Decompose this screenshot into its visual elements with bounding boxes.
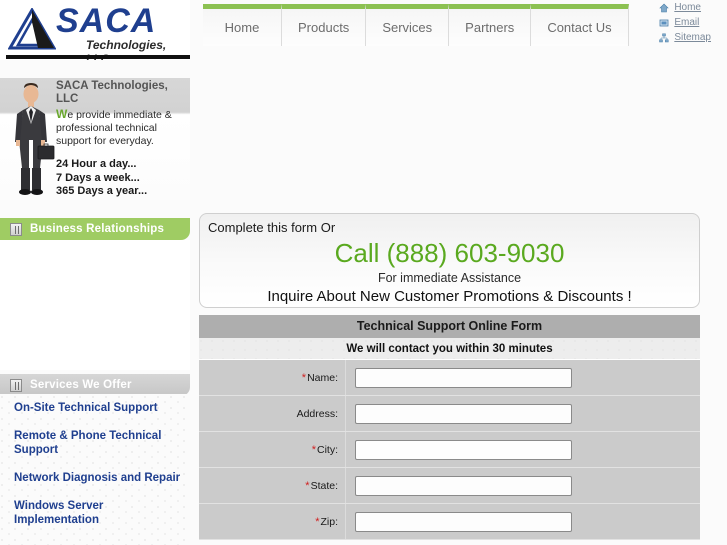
hero-intro: We provide immediate & professional tech…: [56, 108, 188, 148]
sidebar-panel-body-business-relationships: [0, 240, 190, 370]
form-label-text: Address:: [296, 407, 338, 420]
hero-banner: SACA Technologies, LLC We provide immedi…: [0, 78, 190, 200]
required-marker: *: [305, 479, 310, 492]
nav-label: Home: [224, 20, 260, 35]
form-label-text: City:: [317, 443, 338, 456]
hero-bullet: 365 Days a year...: [56, 185, 148, 197]
book-icon: [10, 378, 22, 392]
sidebar-item-network-diagnosis-and-repair[interactable]: Network Diagnosis and Repair: [0, 464, 190, 492]
triangle-logo-icon: [8, 8, 56, 50]
sidebar-panel-body-services-we-offer: On-Site Technical Support Remote & Phone…: [0, 394, 190, 545]
hero-bullet: 24 Hour a day...: [56, 158, 137, 170]
logo-wordmark: SACA: [56, 2, 157, 40]
utility-link-home[interactable]: Home: [659, 2, 711, 13]
logo-underline: [6, 55, 190, 59]
form-cell-name: [346, 367, 700, 388]
state-input[interactable]: [355, 475, 572, 496]
form-label-state: * State:: [199, 468, 346, 503]
form-row-zip: * Zip:: [199, 504, 700, 540]
form-row-city: * City:: [199, 432, 700, 468]
required-marker: *: [315, 515, 320, 528]
sidebar-item-on-site-technical-support[interactable]: On-Site Technical Support: [0, 394, 190, 422]
zip-input[interactable]: [355, 511, 572, 532]
form-cell-city: [346, 439, 700, 460]
required-marker: *: [301, 371, 307, 384]
address-input[interactable]: [355, 403, 572, 424]
form-label-text: Zip:: [320, 515, 338, 528]
hero-intro-text: e provide immediate & professional techn…: [56, 109, 172, 147]
utility-link-label: Home: [674, 2, 701, 13]
city-input[interactable]: [355, 439, 572, 460]
form-row-state: * State:: [199, 468, 700, 504]
utility-link-label: Sitemap: [674, 32, 711, 43]
hero-dropcap: W: [56, 107, 68, 121]
hero-bullets: 24 Hour a day... 7 Days a week... 365 Da…: [56, 158, 188, 199]
nav-item-partners[interactable]: Partners: [448, 4, 531, 46]
form-label-zip: * Zip:: [199, 504, 346, 539]
sidebar-panel-title: Business Relationships: [30, 223, 165, 235]
email-icon: [659, 19, 669, 26]
sitemap-icon: [659, 33, 669, 42]
form-label-address: Address:: [199, 396, 346, 431]
sidebar-item-remote-phone-technical-support[interactable]: Remote & Phone Technical Support: [0, 422, 190, 464]
page-root: SACA Technologies, LLC Home Products Ser…: [0, 0, 727, 545]
form-cell-address: [346, 403, 700, 424]
nav-label: Products: [298, 20, 350, 35]
nav-item-contact-us[interactable]: Contact Us: [530, 4, 629, 46]
utility-link-sitemap[interactable]: Sitemap: [659, 32, 711, 43]
form-row-address: Address:: [199, 396, 700, 432]
home-icon: [659, 3, 670, 12]
form-title: Technical Support Online Form: [199, 315, 700, 338]
site-logo[interactable]: SACA Technologies, LLC: [0, 0, 190, 60]
nav-label: Partners: [465, 20, 515, 35]
form-cell-zip: [346, 511, 700, 532]
sidebar-panel-title: Services We Offer: [30, 379, 132, 391]
nav-item-home[interactable]: Home: [203, 4, 281, 46]
hero-bullet: 7 Days a week...: [56, 171, 140, 184]
utility-link-email[interactable]: Email: [659, 17, 711, 28]
sidebar-item-windows-server-implementation[interactable]: Windows Server Implementation: [0, 492, 190, 534]
form-row-name: * Name:: [199, 360, 700, 396]
callout-phone-number[interactable]: Call (888) 603-9030: [200, 238, 699, 269]
support-form: Technical Support Online Form We will co…: [199, 315, 700, 540]
contact-callout: Complete this form Or Call (888) 603-903…: [199, 213, 700, 308]
form-label-name: * Name:: [199, 360, 346, 395]
utility-links: Home Email Sitemap: [659, 2, 711, 43]
form-label-text: Name:: [307, 371, 338, 384]
form-label-city: * City:: [199, 432, 346, 467]
nav-label: Services: [382, 20, 433, 35]
businessman-photo: [15, 83, 55, 195]
sidebar-panel-header-services-we-offer[interactable]: Services We Offer: [0, 374, 190, 396]
name-input[interactable]: [355, 367, 572, 388]
book-icon: [10, 222, 22, 236]
callout-promotions-text: Inquire About New Customer Promotions & …: [267, 288, 632, 305]
nav-item-products[interactable]: Products: [281, 4, 366, 46]
primary-navigation: Home Products Services Partners Contact …: [203, 4, 629, 46]
required-marker: *: [311, 443, 316, 456]
form-cell-state: [346, 475, 700, 496]
nav-label: Contact Us: [547, 20, 612, 35]
callout-instruction: Complete this form Or: [208, 220, 336, 235]
nav-item-services[interactable]: Services: [365, 4, 449, 46]
utility-link-label: Email: [674, 17, 700, 28]
callout-assistance-text: For immediate Assistance: [377, 271, 522, 285]
sidebar-panel-header-business-relationships[interactable]: Business Relationships: [0, 218, 190, 240]
hero-title: SACA Technologies, LLC: [56, 80, 168, 105]
form-label-text: State:: [310, 479, 338, 492]
form-subtitle: We will contact you within 30 minutes: [199, 338, 700, 360]
